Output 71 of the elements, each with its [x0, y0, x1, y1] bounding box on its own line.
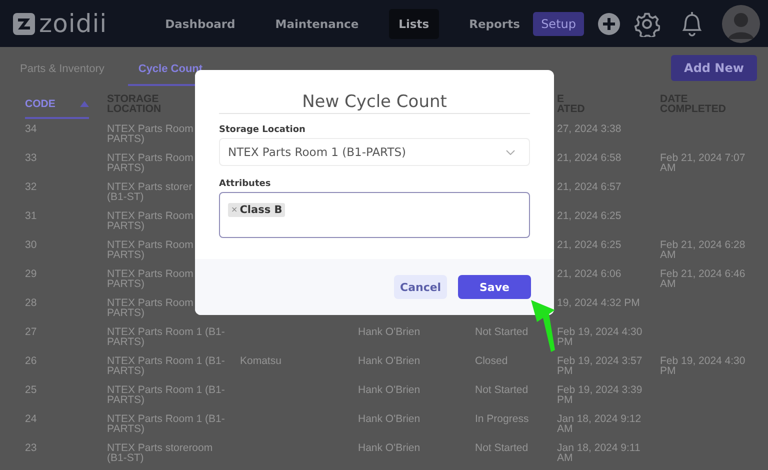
add-new-button[interactable]: Add New: [671, 55, 757, 81]
table-cell: 34: [25, 124, 37, 134]
attributes-field[interactable]: × Class B: [219, 192, 530, 238]
table-cell: 21, 2024 6:58: [557, 153, 622, 163]
table-cell: 33: [25, 153, 37, 163]
table-cell-text: Jan 18, 2024 9:12 AM: [557, 414, 642, 434]
field-label: Attributes: [219, 179, 272, 189]
table-cell-text: Feb 19, 2024 3:57 PM: [557, 356, 644, 376]
table-cell: 31: [25, 211, 37, 221]
table-cell: 21, 2024 6:57: [557, 182, 622, 192]
table-cell-text: Jan 18, 2024 9:11 AM: [557, 443, 642, 463]
table-cell-text: NTEX Parts storeroom (B1-ST): [107, 443, 214, 463]
table-cell: Not Started: [475, 327, 528, 337]
save-button[interactable]: Save: [458, 275, 531, 299]
table-cell-text: Feb 19, 2024 4:30 PM: [557, 327, 644, 347]
table-cell: NTEX Parts Room PARTS): [107, 124, 194, 144]
table-cell-text: Feb 19, 2024 3:39 PM: [557, 385, 644, 405]
table-cell: 28: [25, 298, 37, 308]
table-cell: NTEX Parts Room PARTS): [107, 153, 194, 173]
notification-bell-icon[interactable]: [680, 10, 704, 36]
table-cell: In Progress: [475, 414, 529, 424]
table-cell: 26: [25, 356, 37, 366]
table-cell-text: Feb 21, 2024 7:07 AM: [660, 153, 746, 173]
table-cell: Hank O'Brien: [358, 327, 420, 337]
table-cell-text: Feb 21, 2024 6:46 AM: [660, 269, 746, 289]
logo-text[interactable]: zoidii: [39, 11, 108, 36]
table-cell: NTEX Parts Room PARTS): [107, 269, 194, 289]
table-cell: 21, 2024 6:25: [557, 240, 622, 250]
table-cell: NTEX Parts storer (B1-ST): [107, 182, 192, 202]
table-cell: Hank O'Brien: [358, 443, 420, 453]
nav-item[interactable]: Dashboard: [155, 8, 246, 38]
table-cell: 24: [25, 414, 37, 424]
table-cell: Komatsu: [240, 356, 282, 366]
table-cell: 27, 2024 3:38: [557, 124, 622, 134]
table-cell: Hank O'Brien: [358, 356, 420, 366]
table-cell: 29: [25, 269, 37, 279]
table-cell: Not Started: [475, 385, 528, 395]
table-cell: Hank O'Brien: [358, 385, 420, 395]
logo-icon: [13, 12, 35, 34]
table-cell: NTEX Parts Room PARTS): [107, 240, 194, 260]
table-cell: 19, 2024 4:32 PM: [557, 298, 640, 308]
table-cell: Closed: [475, 356, 508, 366]
storage-location-select[interactable]: NTEX Parts Room 1 (B1-PARTS): [219, 138, 530, 166]
table-cell: 23: [25, 443, 37, 453]
table-cell: NTEX Parts Room 1 (B1-PARTS): [107, 356, 225, 376]
table-cell: NTEX Parts Room 1 (B1-PARTS): [107, 414, 225, 434]
table-cell: 30: [25, 240, 37, 250]
cancel-button[interactable]: Cancel: [394, 275, 447, 299]
nav-item[interactable]: Reports: [459, 8, 530, 38]
settings-icon[interactable]: [634, 10, 660, 36]
table-cell: NTEX Parts Room 1 (B1-PARTS): [107, 327, 225, 347]
table-cell: Hank O'Brien: [358, 414, 420, 424]
field-label: Storage Location: [219, 125, 306, 135]
setup-button[interactable]: Setup: [533, 12, 584, 36]
attribute-tag[interactable]: × Class B: [228, 202, 286, 216]
table-cell: NTEX Parts Room PARTS): [107, 298, 194, 318]
table-cell: 21, 2024 6:06: [557, 269, 622, 279]
table-cell: 25: [25, 385, 37, 395]
dialog-title: New Cycle Count: [219, 92, 530, 114]
add-icon[interactable]: [598, 12, 620, 34]
table-cell: 21, 2024 6:25: [557, 211, 622, 221]
table-cell: 27: [25, 327, 37, 337]
table-cell: NTEX Parts Room PARTS): [107, 211, 194, 231]
table-cell: 32: [25, 182, 37, 192]
table-cell: Not Started: [475, 443, 528, 453]
nav-item[interactable]: Lists: [388, 8, 440, 38]
table-cell-text: Feb 19, 2024 4:30 PM: [660, 356, 746, 376]
table-cell-text: Feb 21, 2024 6:28 AM: [660, 240, 746, 260]
nav-item[interactable]: Maintenance: [265, 8, 369, 38]
table-cell: NTEX Parts Room 1 (B1-PARTS): [107, 385, 225, 405]
remove-tag-button[interactable]: ×: [231, 205, 238, 214]
